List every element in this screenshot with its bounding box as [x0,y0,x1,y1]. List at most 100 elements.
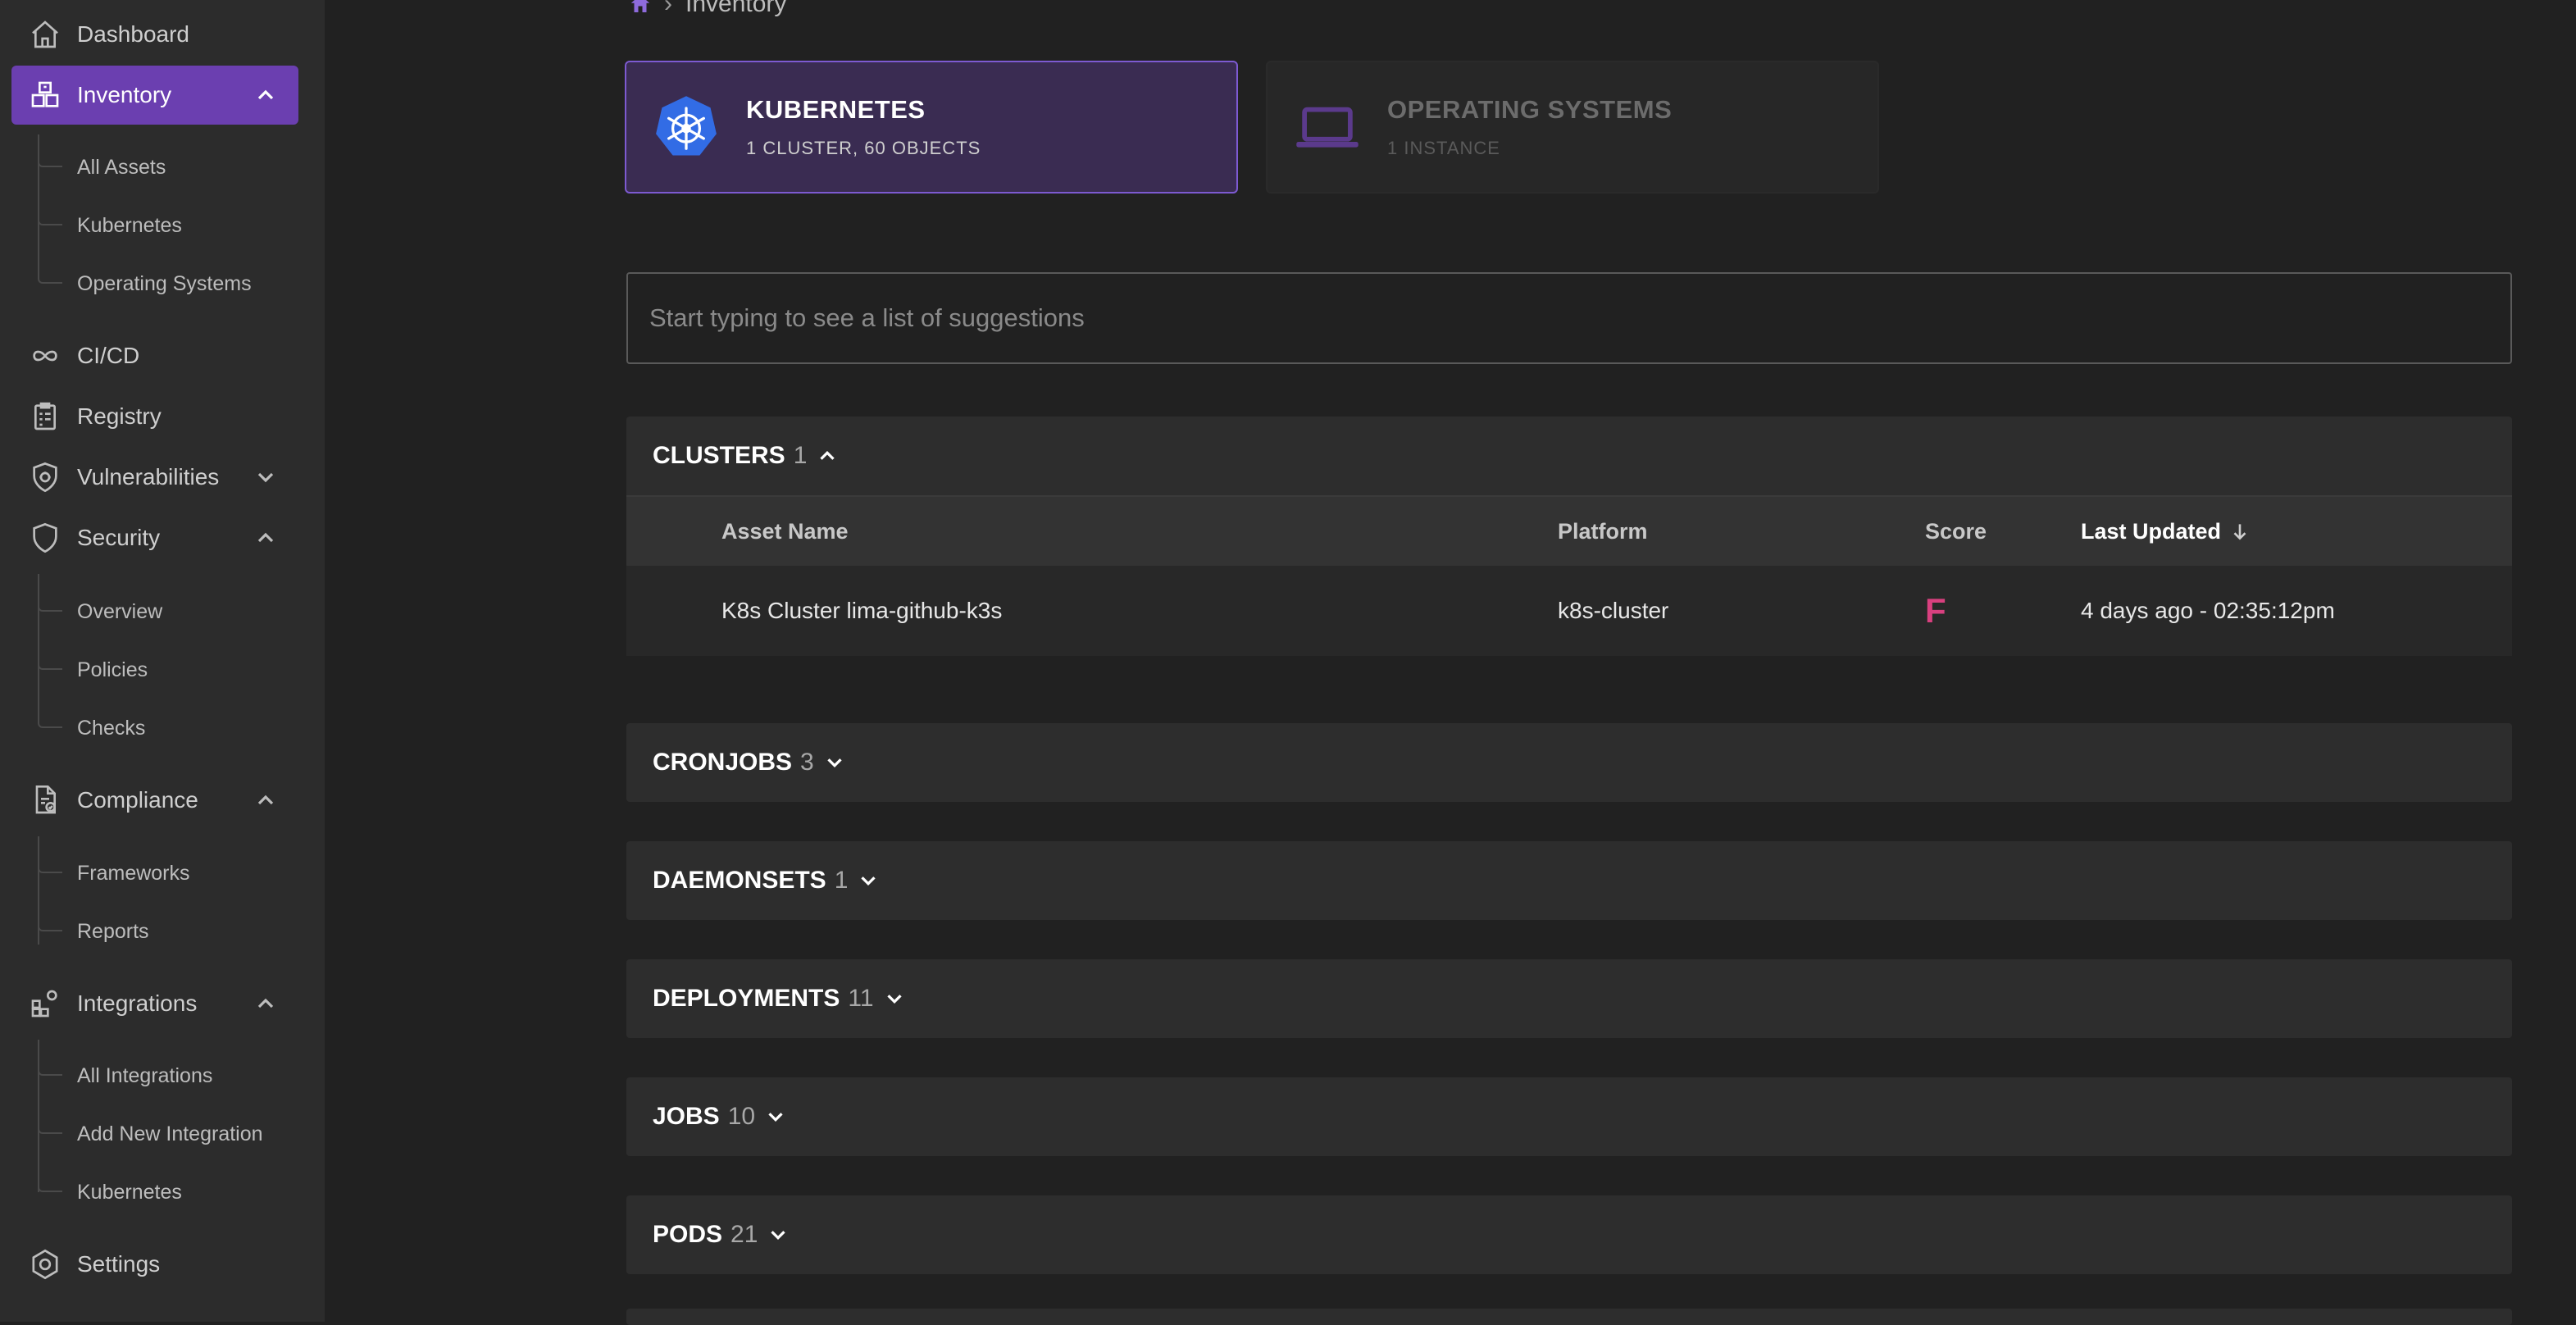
cell-last-updated: 4 days ago - 02:35:12pm [2081,598,2335,623]
section-title: DEPLOYMENTS [653,985,840,1012]
home-icon[interactable] [628,0,653,16]
tree-elbow [38,1058,62,1076]
tree-elbow [38,710,62,728]
sidebar-subitem-add-new-integration[interactable]: Add New Integration [77,1116,263,1152]
tree-elbow [38,594,62,612]
breadcrumb-separator: › [664,0,672,17]
section-clusters: CLUSTERS 1 Asset Name Platform Score Las… [626,417,2512,656]
sidebar-subitem-kubernetes-integration[interactable]: Kubernetes [77,1174,182,1210]
next-section-partial [626,1309,2512,1325]
tile-kubernetes[interactable]: KUBERNETES 1 CLUSTER, 60 OBJECTS [625,61,1238,194]
section-header-jobs[interactable]: JOBS 10 [626,1077,2512,1156]
clipboard-icon [28,399,62,434]
infinity-icon [28,339,62,373]
tree-elbow [38,855,62,873]
bug-shield-icon [28,460,62,494]
section-count: 1 [834,867,849,894]
sidebar-subitem-checks[interactable]: Checks [77,710,145,746]
section-header-pods[interactable]: PODS 21 [626,1195,2512,1274]
tile-subtitle: 1 CLUSTER, 60 OBJECTS [746,138,981,158]
kubernetes-icon [656,96,717,156]
tile-operating-systems[interactable]: OPERATING SYSTEMS 1 INSTANCE [1266,61,1879,194]
sidebar-item-label: Compliance [77,787,198,813]
boxes-icon [28,78,62,112]
breadcrumb-current: Inventory [685,0,787,17]
sidebar-subitem-reports[interactable]: Reports [77,913,149,949]
sidebar-item-settings[interactable]: Settings [11,1235,298,1294]
section-header-daemonsets[interactable]: DAEMONSETS 1 [626,841,2512,920]
clusters-table: Asset Name Platform Score Last Updated K… [626,495,2512,656]
sidebar-item-label: Settings [77,1251,161,1277]
cell-asset-name[interactable]: K8s Cluster lima-github-k3s [721,566,1002,656]
chevron-down-icon [861,877,876,886]
section-count: 10 [727,1103,756,1130]
section-count: 1 [793,442,808,469]
cell-score: F [1925,591,1946,630]
chevron-up-icon[interactable] [253,82,279,108]
integrations-icon [28,986,62,1021]
section-count: 3 [800,749,814,776]
chevron-down-icon[interactable] [253,464,279,490]
section-jobs: JOBS 10 [626,1077,2512,1156]
section-title: JOBS [653,1103,720,1130]
tree-elbow [38,1116,62,1134]
tile-subtitle: 1 INSTANCE [1387,138,1500,158]
section-header-cronjobs[interactable]: CRONJOBS 3 [626,723,2512,802]
sidebar-item-label: CI/CD [77,343,140,368]
column-header-score[interactable]: Score [1925,497,1987,566]
sidebar-subitem-all-assets[interactable]: All Assets [77,149,166,185]
section-header-deployments[interactable]: DEPLOYMENTS 11 [626,959,2512,1038]
section-title: CRONJOBS [653,749,793,776]
tree-elbow [38,913,62,931]
section-header-clusters[interactable]: CLUSTERS 1 [626,417,2512,495]
column-header-last-updated[interactable]: Last Updated [2081,497,2251,566]
section-daemonsets: DAEMONSETS 1 [626,841,2512,920]
tile-title: OPERATING SYSTEMS [1387,95,1673,124]
column-header-platform[interactable]: Platform [1558,497,1648,566]
sidebar-subitem-frameworks[interactable]: Frameworks [77,855,190,891]
sidebar-subitem-overview[interactable]: Overview [77,594,162,630]
document-check-icon [28,783,62,817]
chevron-up-icon[interactable] [253,787,279,813]
sidebar: Dashboard Inventory All Assets Kubernete… [0,0,325,1322]
sidebar-item-compliance[interactable]: Compliance [11,771,298,830]
sidebar-item-registry[interactable]: Registry [11,387,298,446]
sidebar-item-inventory[interactable]: Inventory [11,66,298,125]
tile-title: KUBERNETES [746,95,926,124]
sidebar-item-label: Dashboard [77,21,189,47]
chevron-down-icon [771,1231,786,1241]
section-title: DAEMONSETS [653,867,826,894]
section-title: PODS [653,1221,723,1248]
chevron-down-icon [886,995,902,1004]
section-pods: PODS 21 [626,1195,2512,1274]
sidebar-subitem-all-integrations[interactable]: All Integrations [77,1058,212,1094]
arrow-down-icon [2233,524,2246,540]
sidebar-item-cicd[interactable]: CI/CD [11,326,298,385]
sidebar-subitem-kubernetes[interactable]: Kubernetes [77,207,182,244]
sidebar-item-dashboard[interactable]: Dashboard [11,5,298,64]
section-deployments: DEPLOYMENTS 11 [626,959,2512,1038]
chevron-up-icon[interactable] [253,525,279,551]
cell-platform: k8s-cluster [1558,598,1669,623]
tree-elbow [38,207,62,225]
home-icon [28,17,62,52]
sidebar-subitem-operating-systems[interactable]: Operating Systems [77,266,252,302]
search-input[interactable] [626,272,2512,364]
sidebar-item-label: Registry [77,403,162,429]
tree-elbow [38,652,62,670]
tree-elbow [38,149,62,167]
sidebar-item-label: Inventory [77,82,172,107]
sidebar-item-integrations[interactable]: Integrations [11,974,298,1033]
sidebar-item-vulnerabilities[interactable]: Vulnerabilities [11,448,298,507]
sidebar-item-label: Security [77,525,161,550]
column-header-asset-name[interactable]: Asset Name [721,497,849,566]
sidebar-subitem-policies[interactable]: Policies [77,652,148,688]
section-cronjobs: CRONJOBS 3 [626,723,2512,802]
sidebar-item-security[interactable]: Security [11,508,298,567]
chevron-up-icon [820,450,835,460]
chevron-up-icon[interactable] [253,990,279,1017]
table-row[interactable]: K8s Cluster lima-github-k3s k8s-cluster … [626,566,2512,656]
tree-elbow [38,1174,62,1192]
tree-elbow [38,266,62,284]
column-header-label: Last Updated [2081,518,2222,544]
